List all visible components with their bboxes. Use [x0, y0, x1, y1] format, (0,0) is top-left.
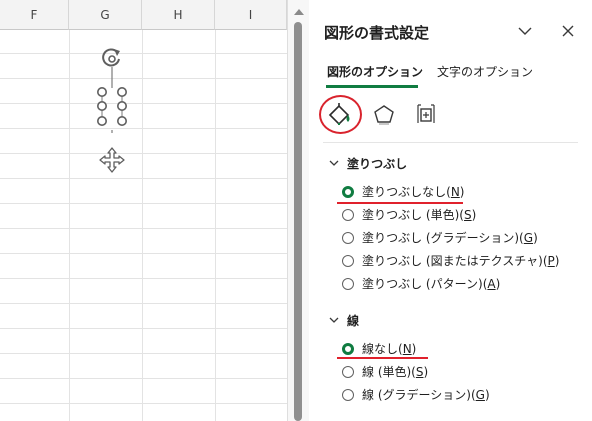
column-label: I: [248, 8, 253, 22]
option-label: 塗りつぶしなし(N): [362, 185, 465, 199]
radio-button[interactable]: [342, 343, 354, 355]
selected-shape[interactable]: [92, 40, 132, 180]
grid-line: [0, 328, 287, 329]
rotate-handle-icon[interactable]: [102, 48, 120, 67]
grid-line: [215, 30, 216, 421]
column-label: G: [100, 8, 110, 22]
column-header-i[interactable]: I: [215, 0, 287, 30]
effects-pentagon-icon[interactable]: [369, 100, 399, 128]
pane-divider: [323, 142, 578, 143]
annotation-underline: [337, 357, 428, 359]
grid-line: [0, 128, 287, 129]
option-label: 線 (グラデーション)(G): [362, 388, 490, 402]
grid-line: [0, 103, 287, 104]
section-title: 線: [347, 314, 360, 328]
option-label: 線 (単色)(S): [362, 365, 429, 379]
radio-button[interactable]: [342, 186, 354, 198]
section-line-header[interactable]: 線: [329, 312, 359, 329]
column-header-h[interactable]: H: [142, 0, 215, 30]
grid-line: [142, 30, 143, 421]
size-properties-icon[interactable]: [411, 100, 441, 128]
grid-line: [0, 378, 287, 379]
pane-title: 図形の書式設定: [324, 24, 430, 42]
chevron-expanded-icon[interactable]: [329, 158, 339, 168]
annotation-highlight-circle: [319, 95, 362, 134]
format-shape-pane: 図形の書式設定 図形のオプション 文字のオプション 塗りつぶし 塗りつぶしなし(…: [309, 0, 592, 421]
grid-line: [0, 203, 287, 204]
worksheet-grid[interactable]: F G H I: [0, 0, 287, 421]
grid-line: [0, 278, 287, 279]
section-fill-header[interactable]: 塗りつぶし: [329, 155, 407, 172]
column-header-g[interactable]: G: [69, 0, 142, 30]
grid-line: [0, 253, 287, 254]
resize-handle-icon[interactable]: [116, 116, 127, 127]
option-label: 塗りつぶし (単色)(S): [362, 208, 477, 222]
grid-line: [0, 403, 287, 404]
option-label: 線なし(N): [362, 342, 417, 356]
option-label: 塗りつぶし (図またはテクスチャ)(P): [362, 254, 560, 268]
section-title: 塗りつぶし: [347, 157, 408, 171]
column-label: F: [30, 8, 38, 22]
resize-handle-icon[interactable]: [116, 86, 127, 97]
grid-line: [0, 303, 287, 304]
radio-button[interactable]: [342, 366, 354, 378]
radio-button[interactable]: [342, 389, 354, 401]
grid-line: [0, 353, 287, 354]
move-handle-icon[interactable]: [99, 147, 125, 173]
selected-tab-indicator: [326, 85, 418, 88]
radio-button[interactable]: [342, 209, 354, 221]
excel-window: F G H I 図形の書式設定 図形のオプション 文字のオプション 塗りつぶし …: [0, 0, 592, 421]
resize-handle-icon[interactable]: [97, 86, 107, 97]
close-icon[interactable]: [559, 22, 577, 40]
scroll-up-icon[interactable]: [294, 9, 304, 15]
grid-line: [0, 78, 287, 79]
option-label: 塗りつぶし (グラデーション)(G): [362, 231, 538, 245]
grid-line: [0, 153, 287, 154]
grid-line: [69, 30, 70, 421]
radio-button[interactable]: [342, 255, 354, 267]
resize-handle-icon[interactable]: [97, 100, 107, 111]
column-label: H: [173, 8, 183, 22]
annotation-underline: [337, 202, 463, 204]
tab-text-options[interactable]: 文字のオプション: [437, 63, 533, 80]
pane-scrollbar[interactable]: [287, 0, 309, 421]
chevron-down-icon[interactable]: [516, 22, 534, 40]
chevron-expanded-icon[interactable]: [329, 315, 339, 325]
column-header-f[interactable]: F: [0, 0, 69, 30]
tab-shape-options[interactable]: 図形のオプション: [327, 63, 423, 80]
option-label: 塗りつぶし (パターン)(A): [362, 277, 501, 291]
resize-handle-icon[interactable]: [97, 116, 107, 127]
radio-button[interactable]: [342, 232, 354, 244]
grid-line: [0, 178, 287, 179]
grid-line: [0, 228, 287, 229]
resize-handle-icon[interactable]: [116, 100, 127, 111]
grid-line: [0, 53, 287, 54]
scroll-thumb[interactable]: [294, 22, 302, 421]
radio-button[interactable]: [342, 278, 354, 290]
